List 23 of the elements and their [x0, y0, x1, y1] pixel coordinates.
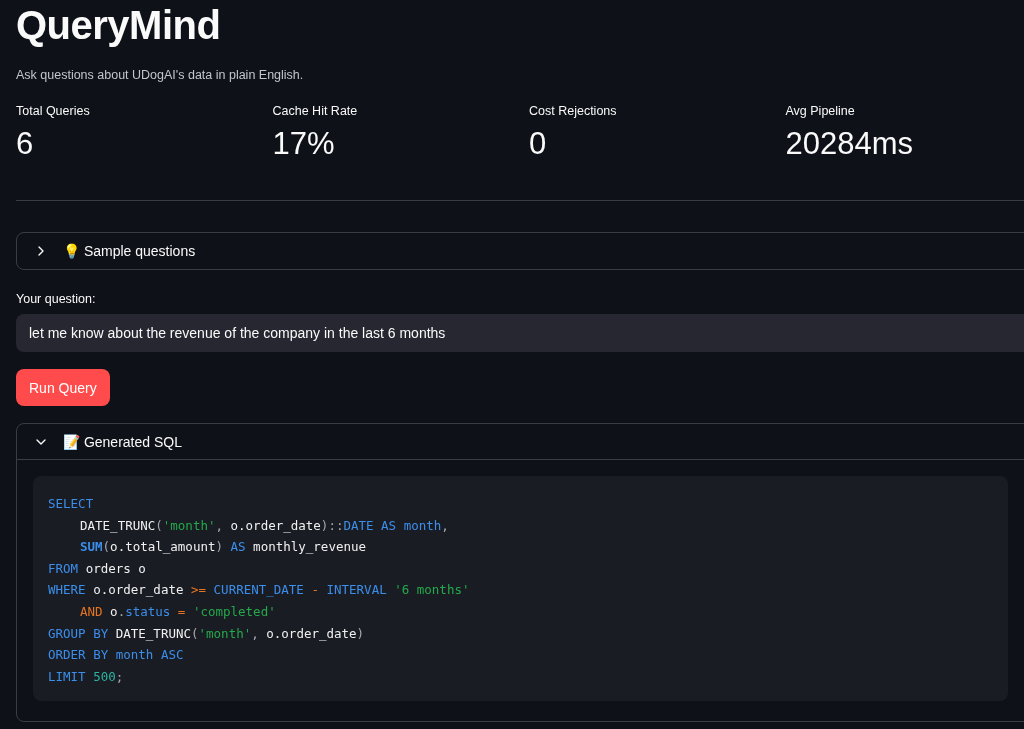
metric-value: 0 — [529, 126, 548, 162]
metric-value: 6 — [16, 126, 35, 162]
question-input[interactable]: let me know about the revenue of the company in the last 6 months — [16, 314, 1024, 352]
code-line: LIMIT 500; — [48, 667, 125, 686]
code-line: DATE_TRUNC('month', o.order_date)::DATE AS month, — [79, 516, 450, 535]
code-line: SUM(o.total_amount) AS monthly_revenue — [79, 538, 367, 557]
expander-header[interactable]: 📝 Generated SQL — [17, 424, 1024, 460]
metric-label: Avg Pipeline — [785, 104, 856, 118]
page-title: QueryMind — [16, 2, 222, 48]
code-line: FROM orders o — [48, 559, 147, 578]
metric-label: Total Queries — [16, 104, 91, 118]
field-label: Your question: — [16, 292, 97, 306]
page-subtitle: Ask questions about UDogAI's data in plain English. — [16, 68, 305, 82]
metric-label: Cost Rejections — [529, 104, 618, 118]
code-line: SELECT — [48, 495, 95, 513]
metric-value: 20284ms — [785, 126, 915, 162]
metric-value: 17% — [272, 126, 336, 162]
code-line: WHERE o.order_date >= CURRENT_DATE - INTERVAL '6 months' — [48, 581, 471, 600]
code-line: ORDER BY month ASC — [48, 646, 185, 665]
code-line: AND o.status = 'completed' — [79, 602, 277, 621]
metric-label: Cache Hit Rate — [272, 104, 359, 118]
code-line: GROUP BY DATE_TRUNC('month', o.order_date) — [48, 624, 366, 643]
expander-header[interactable]: 💡 Sample questions — [17, 233, 1024, 269]
